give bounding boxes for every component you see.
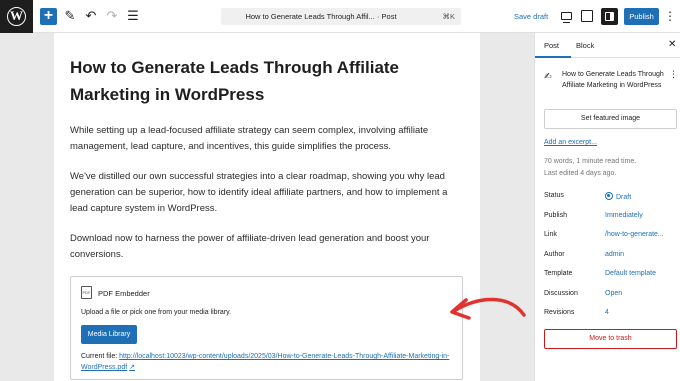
- status-draft-icon: [605, 192, 613, 200]
- current-file-link[interactable]: http://localhost:10023/wp-content/upload…: [81, 353, 449, 371]
- pdf-file-icon: PDF: [81, 286, 92, 299]
- settings-sidebar-icon[interactable]: [601, 8, 618, 25]
- annotation-arrow: [450, 297, 526, 320]
- undo-icon[interactable]: ↶: [83, 8, 99, 24]
- desktop-preview-icon[interactable]: [561, 12, 572, 23]
- post-title[interactable]: How to Generate Leads Through Affiliate …: [70, 54, 460, 108]
- close-icon[interactable]: ✕: [668, 39, 676, 50]
- post-actions-more-icon[interactable]: ⋮: [669, 69, 678, 80]
- move-to-trash-button[interactable]: Move to trash: [544, 329, 677, 349]
- word-count-text: 70 words, 1 minute read time.: [544, 158, 637, 165]
- options-more-icon[interactable]: ⋮: [664, 8, 676, 25]
- save-draft-button[interactable]: Save draft: [514, 12, 548, 21]
- status-label: Status: [544, 192, 564, 199]
- current-file-text: Current file: http://localhost:10023/wp-…: [81, 351, 451, 373]
- paragraph-block[interactable]: Download now to harness the power of aff…: [70, 231, 466, 263]
- paragraph-block[interactable]: We've distilled our own successful strat…: [70, 169, 466, 218]
- revisions-label: Revisions: [544, 309, 575, 316]
- wordpress-icon: W: [7, 7, 26, 26]
- wordpress-logo-button[interactable]: W: [0, 0, 33, 33]
- editor-canvas: How to Generate Leads Through Affiliate …: [54, 33, 480, 381]
- pdf-block-description: Upload a file or pick one from your medi…: [81, 309, 232, 316]
- document-overview-icon[interactable]: ☰: [125, 8, 141, 24]
- external-link-icon[interactable]: ↗: [129, 364, 135, 371]
- add-block-button[interactable]: +: [40, 8, 57, 25]
- author-label: Author: [544, 251, 565, 258]
- template-value[interactable]: Default template: [605, 270, 656, 277]
- sidebar-tabs: Post Block ✕: [535, 33, 680, 58]
- discussion-value[interactable]: Open: [605, 290, 622, 297]
- add-excerpt-link[interactable]: Add an excerpt...: [544, 139, 597, 146]
- pdf-embedder-block[interactable]: PDF PDF Embedder Upload a file or pick o…: [70, 276, 463, 380]
- media-library-button[interactable]: Media Library: [81, 325, 137, 344]
- pdf-block-title: PDF Embedder: [98, 289, 150, 298]
- post-document-icon: ✍: [544, 71, 552, 81]
- template-label: Template: [544, 270, 573, 277]
- tab-block[interactable]: Block: [576, 41, 594, 50]
- command-bar-title: How to Generate Leads Through Affil... ·…: [245, 12, 397, 21]
- author-value[interactable]: admin: [605, 251, 624, 258]
- top-toolbar: W + ✎ ↶ ↷ ☰ How to Generate Leads Throug…: [0, 0, 680, 33]
- tab-post[interactable]: Post: [544, 41, 559, 50]
- command-palette-bar[interactable]: How to Generate Leads Through Affil... ·…: [221, 8, 461, 25]
- publish-value[interactable]: Immediately: [605, 212, 643, 219]
- link-value[interactable]: /how-to-generate...: [605, 231, 664, 238]
- current-file-label: Current file:: [81, 353, 120, 360]
- set-featured-image-button[interactable]: Set featured image: [544, 109, 677, 129]
- post-summary-title: How to Generate Leads Through Affiliate …: [562, 71, 664, 89]
- discussion-label: Discussion: [544, 290, 578, 297]
- command-shortcut: ⌘K: [442, 12, 455, 21]
- link-label: Link: [544, 231, 557, 238]
- publish-label: Publish: [544, 212, 567, 219]
- edit-mode-icon[interactable]: [581, 10, 593, 22]
- redo-icon[interactable]: ↷: [104, 8, 120, 24]
- settings-sidebar: Post Block ✕ ✍ How to Generate Leads Thr…: [534, 33, 680, 381]
- last-edited-text: Last edited 4 days ago.: [544, 170, 617, 177]
- revisions-value[interactable]: 4: [605, 309, 609, 316]
- pen-tool-icon[interactable]: ✎: [62, 8, 78, 24]
- active-tab-indicator: [535, 56, 571, 58]
- publish-button[interactable]: Publish: [624, 8, 659, 25]
- paragraph-block[interactable]: While setting up a lead-focused affiliat…: [70, 123, 466, 155]
- status-value[interactable]: Draft: [605, 192, 631, 201]
